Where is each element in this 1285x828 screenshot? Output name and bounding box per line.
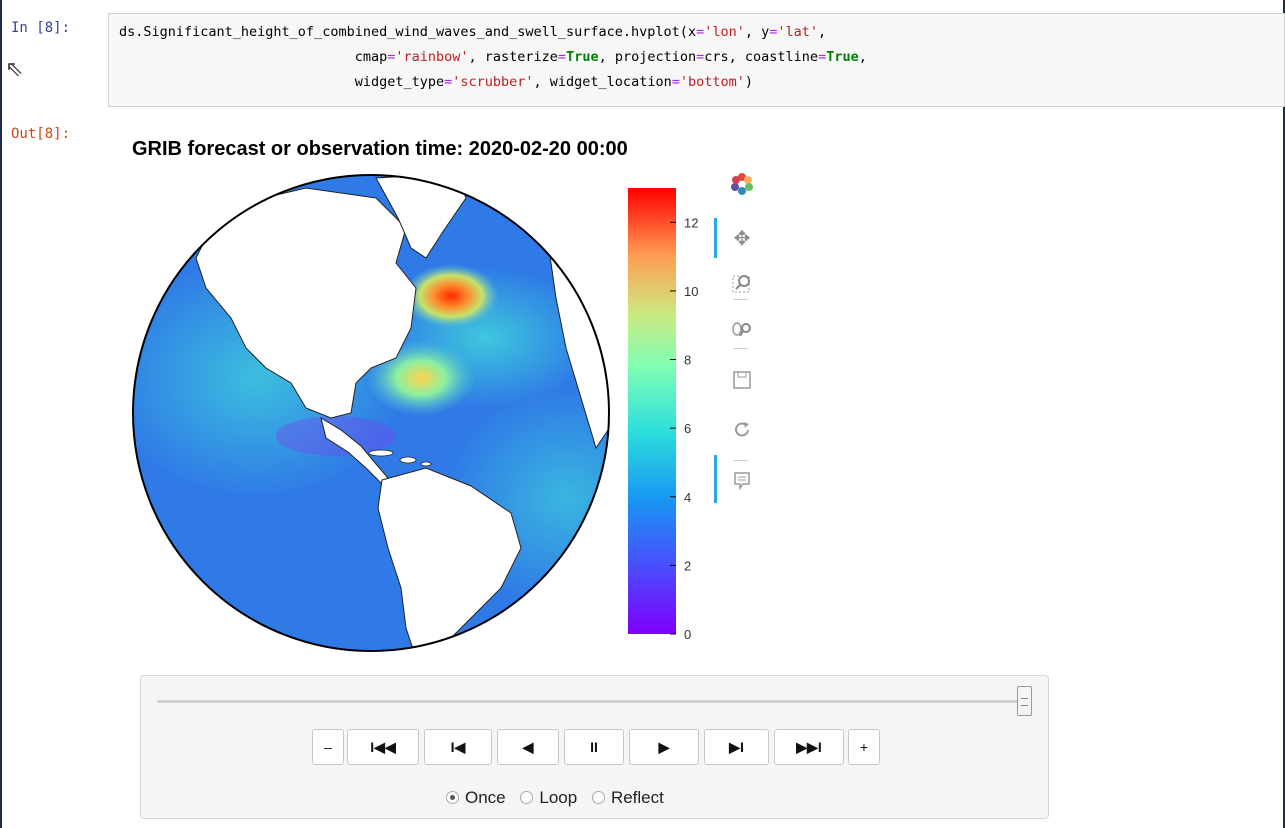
faster-button[interactable]: + bbox=[848, 729, 880, 765]
colorbar-tick-label: 0 bbox=[684, 627, 691, 642]
colorbar: 12 10 8 6 4 2 0 bbox=[628, 188, 698, 642]
mouse-cursor-icon: ⇖ bbox=[5, 56, 24, 81]
wave-height-peak-region bbox=[403, 264, 499, 328]
slower-button[interactable]: – bbox=[312, 729, 344, 765]
plot-title: GRIB forecast or observation time: 2020-… bbox=[132, 138, 628, 160]
radio-loop[interactable]: Loop bbox=[520, 788, 577, 807]
radio-loop-circle[interactable] bbox=[520, 791, 534, 804]
previous-frame-button[interactable]: I◀ bbox=[424, 729, 492, 765]
colorbar-tick-label: 8 bbox=[684, 353, 691, 368]
colorbar-gradient bbox=[628, 188, 676, 634]
pan-icon[interactable]: ✥ bbox=[730, 226, 754, 250]
time-slider-handle[interactable] bbox=[1017, 686, 1032, 716]
hover-icon[interactable] bbox=[730, 468, 754, 492]
last-frame-button[interactable]: ▶▶I bbox=[774, 729, 844, 765]
player-widget: – I◀◀ I◀ ◀ II ▶ ▶I ▶▶I + Once Loop Reflect bbox=[140, 675, 1049, 819]
time-slider-track[interactable] bbox=[157, 700, 1027, 703]
colorbar-tick-label: 12 bbox=[684, 215, 698, 230]
bokeh-logo-icon[interactable] bbox=[730, 172, 754, 196]
first-frame-button[interactable]: I◀◀ bbox=[347, 729, 419, 765]
output-prompt: Out[8]: bbox=[11, 126, 71, 142]
code-cell[interactable]: ds.Significant_height_of_combined_wind_w… bbox=[108, 13, 1285, 107]
left-edge-bar bbox=[0, 0, 2, 828]
reset-icon[interactable] bbox=[730, 418, 754, 442]
hover-active-indicator bbox=[714, 455, 717, 503]
pause-button[interactable]: II bbox=[564, 729, 624, 765]
plot-toolbar: ✥ bbox=[712, 170, 756, 510]
globe-map[interactable] bbox=[126, 168, 616, 658]
radio-once[interactable]: Once bbox=[446, 788, 506, 807]
pan-active-indicator bbox=[714, 218, 717, 258]
play-button[interactable]: ▶ bbox=[629, 729, 699, 765]
radio-reflect-circle[interactable] bbox=[591, 791, 605, 804]
radio-once-circle[interactable] bbox=[446, 791, 459, 804]
colorbar-tick-label: 10 bbox=[684, 284, 698, 299]
colorbar-tick-label: 4 bbox=[684, 490, 691, 505]
input-prompt: In [8]: bbox=[11, 20, 71, 36]
radio-reflect[interactable]: Reflect bbox=[591, 788, 664, 807]
wheel-zoom-icon[interactable] bbox=[730, 318, 754, 342]
play-reverse-button[interactable]: ◀ bbox=[497, 729, 559, 765]
box-zoom-icon[interactable] bbox=[730, 271, 754, 295]
loop-options: Once Loop Reflect bbox=[446, 788, 674, 808]
colorbar-tick-label: 6 bbox=[684, 421, 691, 436]
code-text[interactable]: ds.Significant_height_of_combined_wind_w… bbox=[119, 20, 867, 95]
colorbar-tick-label: 2 bbox=[684, 558, 691, 573]
next-frame-button[interactable]: ▶I bbox=[704, 729, 769, 765]
save-icon[interactable] bbox=[730, 368, 754, 392]
